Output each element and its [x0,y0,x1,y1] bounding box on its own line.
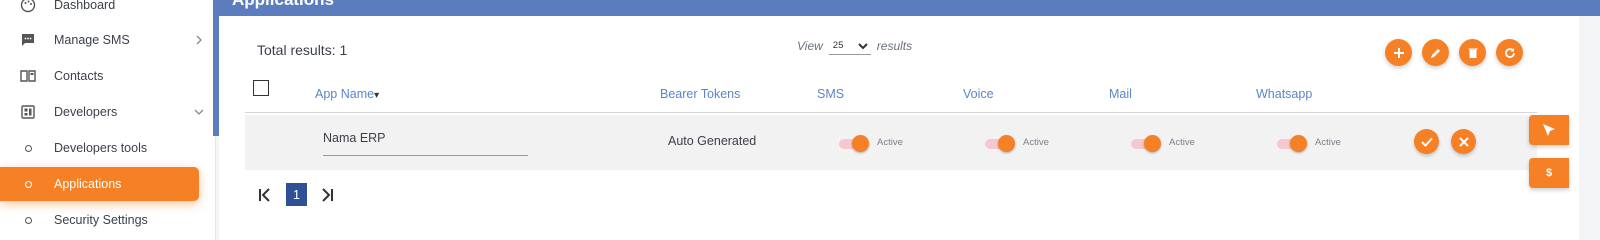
first-page-button[interactable] [255,183,275,207]
toggle-label: Active [1169,137,1195,148]
toggle-label: Active [877,137,903,148]
chevron-down-icon [193,106,205,118]
sidebar-item-label: Security Settings [54,213,148,227]
table-header-divider [245,112,1537,113]
add-button[interactable] [1385,39,1412,66]
view-prefix-label: View [797,39,823,53]
delete-button[interactable] [1459,39,1486,66]
toggle-knob [852,135,869,152]
column-header-label: App Name [315,87,375,101]
pencil-icon [1430,48,1440,58]
sidebar-item-label: Contacts [54,69,104,83]
sidebar-item-security-settings[interactable]: Security Settings [0,202,215,238]
app-name-underline [323,155,528,156]
refresh-button[interactable] [1496,39,1523,66]
first-page-icon [259,188,270,202]
chat-icon [18,30,38,50]
column-header-bearer-tokens: Bearer Tokens [660,87,741,101]
send-icon [1543,124,1555,136]
circle-outline-icon [22,178,34,190]
view-results-control: View 25 results [797,37,912,55]
toggle-label: Active [1023,137,1049,148]
developer-board-icon [18,102,38,122]
sidebar-item-label: Manage SMS [54,33,130,47]
sidebar-item-label: Applications [54,177,122,191]
sidebar-item-label: Dashboard [54,0,116,12]
bearer-token-cell: Auto Generated [668,134,757,148]
page-number-button[interactable]: 1 [286,183,307,206]
sidebar-item-label: Developers [54,105,118,119]
pricing-tab-button[interactable]: $ [1529,158,1569,188]
dollar-icon: $ [1545,167,1553,179]
sidebar-item-developers[interactable]: Developers [0,94,215,130]
select-all-checkbox[interactable] [253,80,269,96]
column-header-voice: Voice [963,87,994,101]
book-icon [18,66,38,86]
refresh-icon [1504,47,1515,58]
sidebar-item-manage-sms[interactable]: Manage SMS [0,22,215,58]
sidebar: Dashboard Manage SMS Contacts Developers… [0,0,216,240]
trash-icon [1468,48,1477,58]
page-size-select[interactable]: 25 [828,37,871,55]
app-name-input[interactable]: Nama ERP [323,131,386,145]
plus-icon [1393,47,1404,58]
sidebar-item-developers-tools[interactable]: Developers tools [0,130,215,166]
column-header-mail: Mail [1109,87,1132,101]
column-header-app-name[interactable]: App Name▾ [315,87,379,101]
toggle-label: Active [1315,137,1341,148]
palette-icon [18,0,38,15]
whatsapp-toggle[interactable]: Active [1277,135,1347,152]
sidebar-item-applications[interactable]: Applications [0,167,199,201]
toggle-knob [1290,135,1307,152]
close-icon [1458,136,1469,147]
circle-outline-icon [22,142,34,154]
voice-toggle[interactable]: Active [985,135,1055,152]
save-row-button[interactable] [1414,129,1439,154]
toggle-knob [1144,135,1161,152]
check-icon [1420,137,1433,147]
column-header-whatsapp: Whatsapp [1256,87,1313,101]
page-title: Applications [232,0,334,10]
sidebar-item-label: Developers tools [54,141,148,155]
sms-toggle[interactable]: Active [839,135,909,152]
sidebar-item-dashboard[interactable]: Dashboard [0,0,215,23]
send-tab-button[interactable] [1529,115,1569,145]
column-header-sms: SMS [817,87,845,101]
sidebar-item-contacts[interactable]: Contacts [0,58,215,94]
last-page-icon [322,188,333,202]
sort-desc-icon: ▾ [374,90,380,101]
page-header-bar [213,0,1600,16]
toggle-knob [998,135,1015,152]
circle-outline-icon [22,214,34,226]
total-results: Total results: 1 [257,42,348,58]
chevron-right-icon [193,34,205,46]
cancel-row-button[interactable] [1451,129,1476,154]
mail-toggle[interactable]: Active [1131,135,1201,152]
edit-button[interactable] [1422,39,1449,66]
last-page-button[interactable] [317,183,337,207]
view-suffix-label: results [876,39,913,53]
